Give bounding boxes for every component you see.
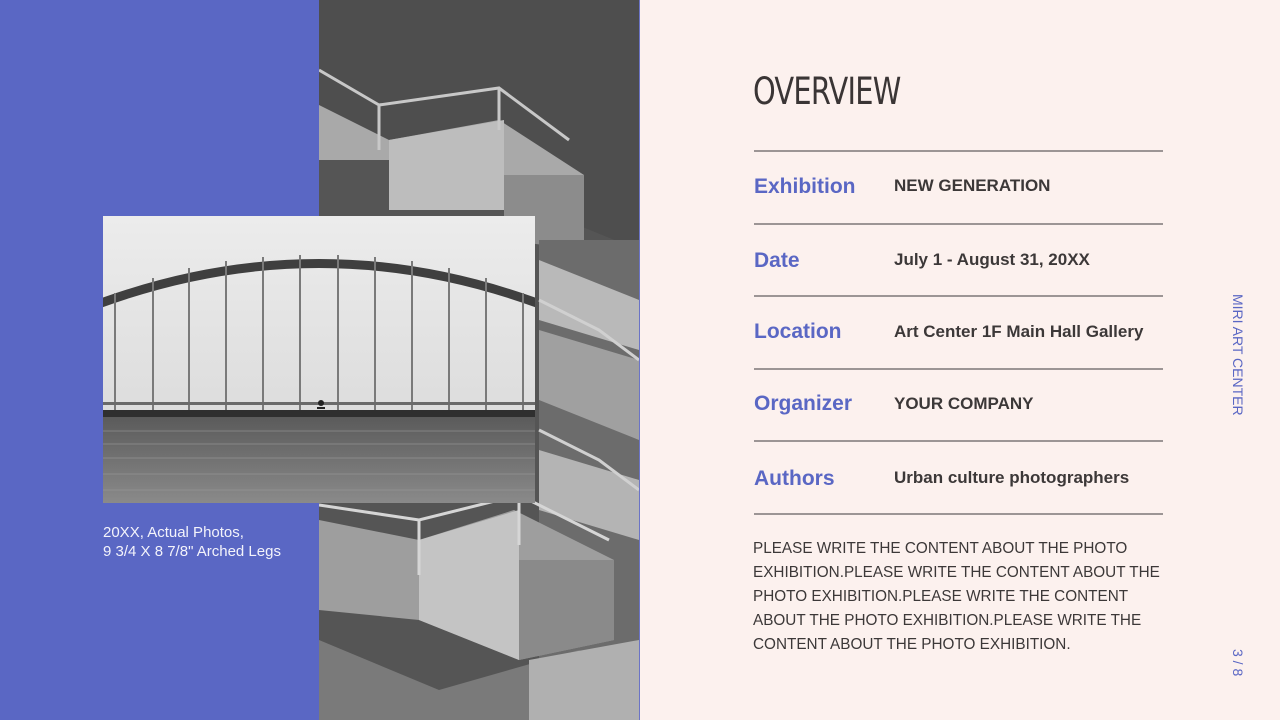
divider: [754, 368, 1163, 370]
detail-label-organizer: Organizer: [754, 392, 853, 415]
page-title: OVERVIEW: [753, 70, 901, 113]
divider: [754, 223, 1163, 225]
detail-value-exhibition: NEW GENERATION: [894, 176, 1051, 195]
detail-value-location: Art Center 1F Main Hall Gallery: [894, 322, 1144, 341]
detail-value-authors: Urban culture photographers: [894, 468, 1130, 487]
detail-label-date: Date: [754, 249, 800, 272]
exhibition-description: PLEASE WRITE THE CONTENT ABOUT THE PHOTO…: [753, 540, 1160, 653]
side-label: MIRI ART CENTER: [1230, 294, 1246, 416]
detail-label-location: Location: [754, 320, 842, 343]
caption-line-1: 20XX, Actual Photos,: [103, 524, 244, 541]
divider: [754, 295, 1163, 297]
detail-label-authors: Authors: [754, 467, 835, 490]
divider: [754, 513, 1163, 515]
divider: [754, 440, 1163, 442]
detail-value-organizer: YOUR COMPANY: [894, 394, 1034, 413]
photo-caption: 20XX, Actual Photos, 9 3/4 X 8 7/8" Arch…: [103, 523, 318, 561]
divider: [754, 150, 1163, 152]
bridge-photo: [103, 216, 535, 503]
page-number: 3 / 8: [1230, 649, 1246, 677]
detail-label-exhibition: Exhibition: [754, 175, 856, 198]
detail-value-date: July 1 - August 31, 20XX: [894, 250, 1090, 269]
caption-line-2: 9 3/4 X 8 7/8" Arched Legs: [103, 543, 281, 560]
